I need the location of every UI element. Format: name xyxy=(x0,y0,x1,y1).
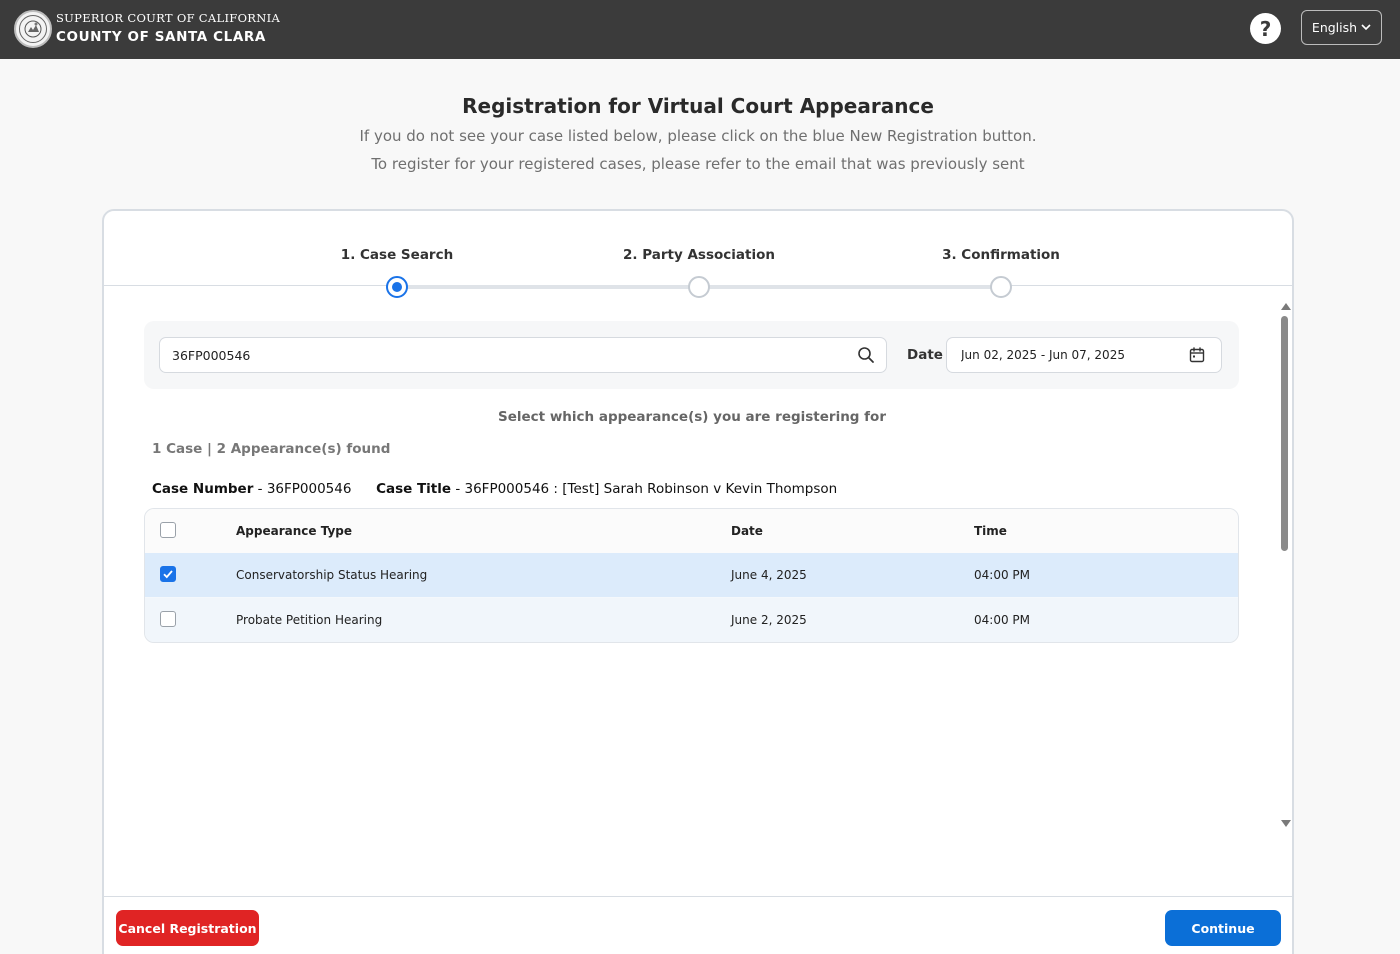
case-search-input[interactable] xyxy=(172,338,832,372)
appearances-table: Appearance Type Date Time Conservatorshi… xyxy=(144,508,1239,643)
date-range-input[interactable] xyxy=(961,338,1181,372)
language-label: English xyxy=(1311,20,1358,35)
subtitle-line-1: If you do not see your case listed below… xyxy=(359,127,1037,145)
row-checkbox[interactable] xyxy=(160,611,176,627)
case-search-box xyxy=(159,337,887,373)
scroll-up-arrow-icon[interactable] xyxy=(1281,303,1291,310)
table-header-row: Appearance Type Date Time xyxy=(145,509,1238,553)
language-selector[interactable]: English xyxy=(1301,10,1382,45)
appearance-time: 04:00 PM xyxy=(974,613,1030,627)
page-title: Registration for Virtual Court Appearanc… xyxy=(462,94,934,118)
appearance-date: June 4, 2025 xyxy=(731,568,807,582)
cancel-registration-button[interactable]: Cancel Registration xyxy=(116,910,259,946)
appearance-time: 04:00 PM xyxy=(974,568,1030,582)
footer-divider xyxy=(104,896,1292,897)
help-button[interactable]: ? xyxy=(1250,13,1281,44)
chevron-down-icon xyxy=(1361,24,1371,31)
search-panel: Date xyxy=(144,321,1239,389)
step-2-indicator xyxy=(688,276,710,298)
question-icon: ? xyxy=(1259,16,1272,41)
column-header-appearance-type: Appearance Type xyxy=(236,524,353,538)
step-3-label: 3. Confirmation xyxy=(942,247,1060,263)
results-count: 1 Case | 2 Appearance(s) found xyxy=(152,441,391,457)
case-number-label: Case Number xyxy=(152,481,254,497)
brand-text[interactable]: SUPERIOR COURT OF CALIFORNIA COUNTY OF S… xyxy=(56,11,280,46)
continue-button[interactable]: Continue xyxy=(1165,910,1281,946)
case-info: Case Number - 36FP000546 Case Title - 36… xyxy=(152,481,837,497)
table-row[interactable]: Conservatorship Status Hearing June 4, 2… xyxy=(145,553,1238,597)
top-bar: SUPERIOR COURT OF CALIFORNIA COUNTY OF S… xyxy=(0,0,1400,59)
column-header-time: Time xyxy=(974,524,1007,538)
checkmark-icon xyxy=(163,570,173,579)
date-range-box xyxy=(946,337,1222,373)
scroll-thumb[interactable] xyxy=(1281,316,1288,551)
case-title-value: - 36FP000546 : [Test] Sarah Robinson v K… xyxy=(455,481,838,497)
case-number-value: - 36FP000546 xyxy=(257,481,352,497)
seal-emblem-icon xyxy=(19,15,47,43)
court-seal-logo xyxy=(14,10,52,48)
subtitle-line-2: To register for your registered cases, p… xyxy=(371,155,1025,173)
table-row[interactable]: Probate Petition Hearing June 2, 2025 04… xyxy=(145,598,1238,642)
content-scrollbar[interactable] xyxy=(1278,301,1292,829)
scroll-down-arrow-icon[interactable] xyxy=(1281,820,1291,827)
step-2-label: 2. Party Association xyxy=(623,247,775,263)
row-checkbox[interactable] xyxy=(160,566,176,582)
calendar-icon[interactable] xyxy=(1189,347,1205,363)
step-1-indicator xyxy=(386,276,408,298)
search-icon[interactable] xyxy=(857,346,875,364)
appearance-type: Probate Petition Hearing xyxy=(236,613,383,627)
selection-instruction: Select which appearance(s) you are regis… xyxy=(498,409,886,425)
column-header-date: Date xyxy=(731,524,763,538)
date-label: Date xyxy=(907,347,943,363)
county-name: COUNTY OF SANTA CLARA xyxy=(56,29,266,45)
select-all-checkbox[interactable] xyxy=(160,522,176,538)
appearance-type: Conservatorship Status Hearing xyxy=(236,568,428,582)
step-1-label: 1. Case Search xyxy=(340,247,454,263)
court-name: SUPERIOR COURT OF CALIFORNIA xyxy=(56,11,281,25)
step-3-indicator xyxy=(990,276,1012,298)
case-title-label: Case Title xyxy=(376,481,452,497)
appearance-date: June 2, 2025 xyxy=(731,613,807,627)
registration-card: 1. Case Search 2. Party Association 3. C… xyxy=(102,209,1294,954)
